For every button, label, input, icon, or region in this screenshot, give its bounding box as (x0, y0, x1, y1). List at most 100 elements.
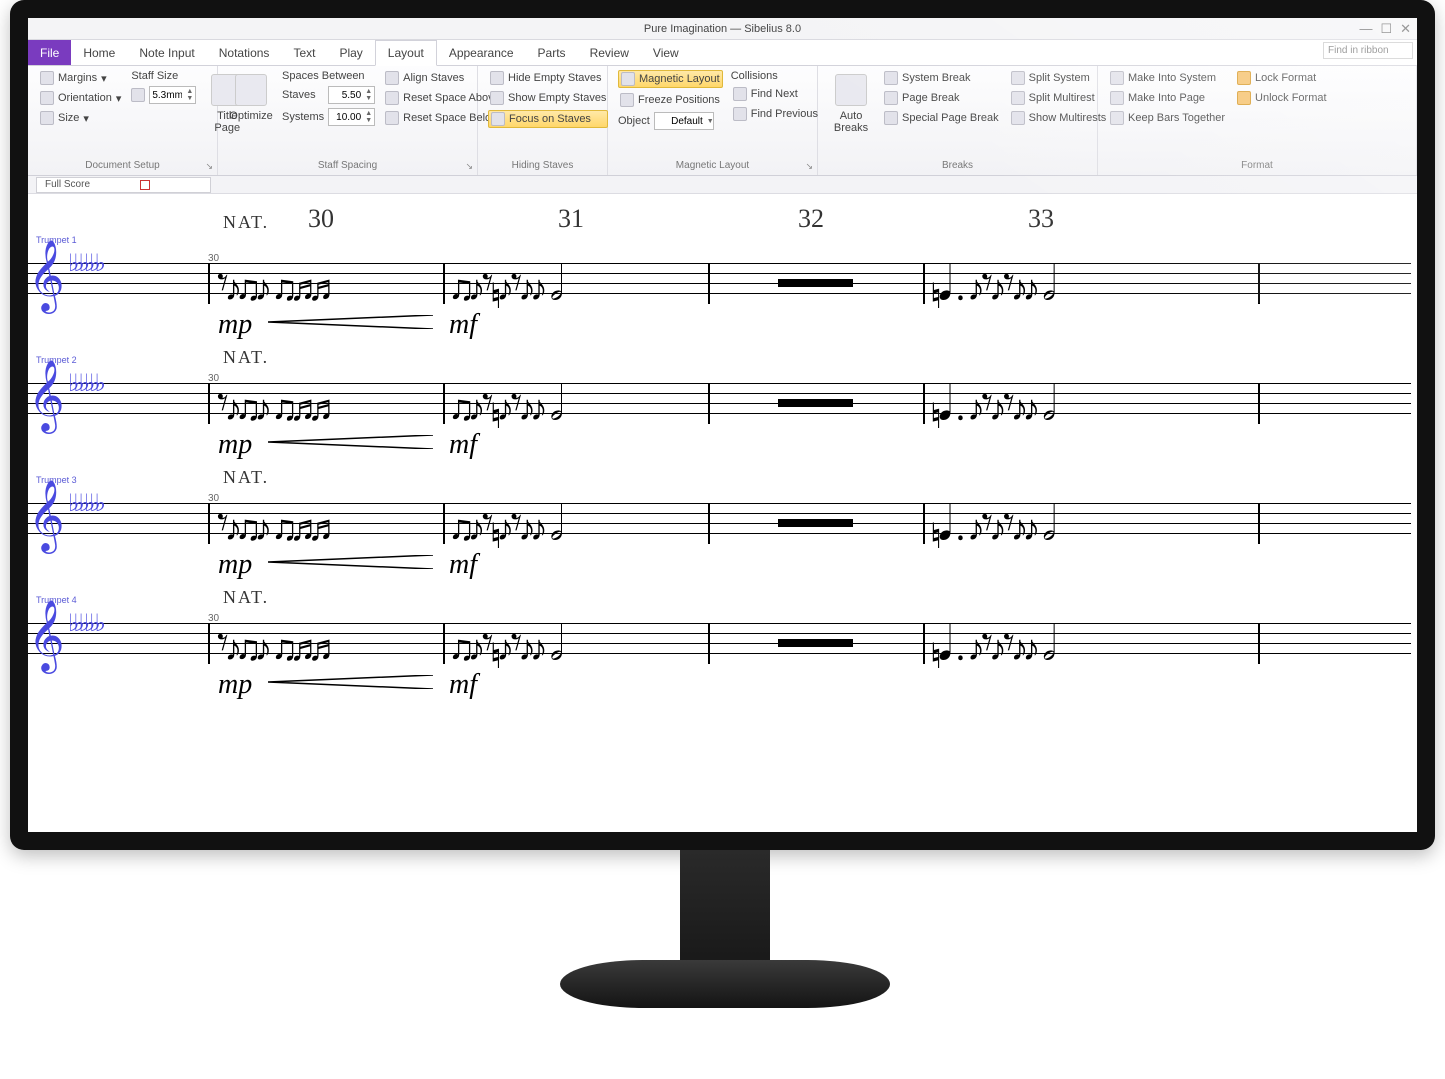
orientation-button[interactable]: Orientation ▾ (38, 90, 123, 106)
margins-button[interactable]: Margins ▾ (38, 70, 123, 86)
page-break-icon (884, 91, 898, 105)
group-label-breaks: Breaks (828, 157, 1087, 173)
document-setup-launcher[interactable]: ↘ (205, 161, 213, 172)
systems-spinner[interactable]: ▲▼ (328, 108, 375, 126)
document-tab-label: Full Score (45, 178, 90, 192)
window-minimize-button[interactable]: — (1359, 21, 1372, 36)
dynamic-mp: mp (218, 669, 252, 701)
ribbon-tab-strip: File Home Note Input Notations Text Play… (28, 40, 1417, 66)
find-in-ribbon-input[interactable] (1323, 42, 1413, 59)
score-canvas[interactable]: 30 31 32 33 NAT. Trumpet 1 𝄞 ♭♭♭♭♭♭ 30 𝄾… (28, 194, 1417, 850)
dynamic-mp: mp (218, 309, 252, 341)
window-title: Pure Imagination — Sibelius 8.0 (644, 23, 801, 35)
monitor-stand (560, 850, 890, 1020)
staff-3[interactable]: Trumpet 3 𝄞 ♭♭♭♭♭♭ 30 𝄾♪♫♪ ♫♬♬ ♫♪𝄾♮♪𝄾♪♪ … (28, 489, 1411, 557)
tab-text[interactable]: Text (281, 40, 327, 65)
group-breaks: Auto Breaks System Break Page Break Spec… (818, 66, 1098, 175)
reset-above-icon (385, 91, 399, 105)
staff-size-input[interactable] (150, 90, 184, 101)
staves-label: Staves (282, 89, 316, 101)
size-button[interactable]: Size ▾ (38, 110, 123, 126)
staves-spinner[interactable]: ▲▼ (328, 86, 375, 104)
size-icon (40, 111, 54, 125)
tab-note-input[interactable]: Note Input (127, 40, 206, 65)
document-tab-marker-icon (140, 180, 150, 190)
show-multirests-icon (1011, 111, 1025, 125)
group-label-format: Format (1108, 157, 1406, 173)
staff-size-icon (131, 88, 145, 102)
keep-bars-together-button[interactable]: Keep Bars Together (1108, 110, 1227, 126)
find-prev-collision-button[interactable]: Find Previous (731, 106, 820, 122)
tab-appearance[interactable]: Appearance (437, 40, 526, 65)
show-multirests-button[interactable]: Show Multirests (1009, 110, 1109, 126)
magnet-icon (621, 72, 635, 86)
dynamic-mf: mf (449, 669, 477, 701)
bar-number-33: 33 (1028, 204, 1054, 234)
freeze-icon (620, 93, 634, 107)
ribbon-body: Margins ▾ Orientation ▾ Size ▾ Staff Siz… (28, 66, 1417, 176)
group-label-staff-spacing: Staff Spacing (228, 157, 467, 173)
window-maximize-button[interactable]: ☐ (1380, 21, 1392, 37)
staff-2[interactable]: Trumpet 2 𝄞 ♭♭♭♭♭♭ 30 𝄾♪♫♪ ♫♬♬ ♫♪𝄾♮♪𝄾♪♪ … (28, 369, 1411, 437)
hide-empty-icon (490, 71, 504, 85)
systems-input[interactable] (329, 112, 363, 123)
optimize-button[interactable]: Optimize (228, 70, 274, 126)
dynamic-mf: mf (449, 309, 477, 341)
tab-view[interactable]: View (641, 40, 691, 65)
dynamic-mp: mp (218, 549, 252, 581)
tab-parts[interactable]: Parts (526, 40, 578, 65)
tab-notations[interactable]: Notations (207, 40, 282, 65)
monitor-bezel: Pure Imagination — Sibelius 8.0 — ☐ ✕ Fi… (10, 0, 1435, 850)
group-hiding-staves: Hide Empty Staves Show Empty Staves Focu… (478, 66, 608, 175)
staff-4[interactable]: Trumpet 4 𝄞 ♭♭♭♭♭♭ 30 𝄾♪♫♪ ♫♬♬ ♫♪𝄾♮♪𝄾♪♪ … (28, 609, 1411, 677)
object-value[interactable] (655, 116, 705, 127)
dynamic-mf: mf (449, 549, 477, 581)
group-label-magnetic-layout: Magnetic Layout (618, 157, 807, 173)
system-break-button[interactable]: System Break (882, 70, 1001, 86)
tab-review[interactable]: Review (578, 40, 641, 65)
auto-breaks-icon (835, 74, 867, 106)
crescendo-hairpin (268, 435, 433, 449)
object-dropdown[interactable]: ▼ (654, 112, 714, 130)
freeze-positions-button[interactable]: Freeze Positions (618, 92, 723, 108)
document-tab-full-score[interactable]: Full Score (36, 177, 211, 193)
unlock-icon (1237, 91, 1251, 105)
unlock-format-button[interactable]: Unlock Format (1235, 90, 1329, 106)
text-mark-nat-4: NAT. (223, 587, 269, 608)
make-into-page-button[interactable]: Make Into Page (1108, 90, 1227, 106)
staff-1[interactable]: Trumpet 1 𝄞 ♭♭♭♭♭♭ 30 𝄾♪♫♪ ♫♬♬ ♫♪𝄾♮♪𝄾♪♪ … (28, 249, 1411, 317)
file-tab[interactable]: File (28, 40, 71, 65)
lock-format-button[interactable]: Lock Format (1235, 70, 1329, 86)
bar-number-31: 31 (558, 204, 584, 234)
text-mark-nat-2: NAT. (223, 347, 269, 368)
tab-home[interactable]: Home (71, 40, 127, 65)
split-system-button[interactable]: Split System (1009, 70, 1109, 86)
special-page-break-button[interactable]: Special Page Break (882, 110, 1001, 126)
notes-bar-33: ♮𝅘𝅥 . ♪𝄾♪𝄾♪♪ 𝅗𝅥 (28, 495, 1411, 551)
find-in-ribbon[interactable] (1323, 42, 1413, 59)
group-format: Make Into System Make Into Page Keep Bar… (1098, 66, 1417, 175)
make-into-system-button[interactable]: Make Into System (1108, 70, 1227, 86)
group-label-hiding-staves: Hiding Staves (488, 157, 597, 173)
magnetic-layout-launcher[interactable]: ↘ (805, 161, 813, 172)
auto-breaks-button[interactable]: Auto Breaks (828, 70, 874, 138)
staff-spacing-launcher[interactable]: ↘ (465, 161, 473, 172)
text-mark-nat-1: NAT. (223, 212, 269, 233)
focus-on-staves-button[interactable]: Focus on Staves (488, 110, 608, 128)
tab-layout[interactable]: Layout (375, 40, 437, 66)
show-empty-staves-button[interactable]: Show Empty Staves (488, 90, 608, 106)
tab-play[interactable]: Play (327, 40, 374, 65)
split-multirest-icon (1011, 91, 1025, 105)
page-break-button[interactable]: Page Break (882, 90, 1001, 106)
staves-input[interactable] (329, 90, 363, 101)
staff-size-spinner[interactable]: ▲▼ (149, 86, 196, 104)
hide-empty-staves-button[interactable]: Hide Empty Staves (488, 70, 608, 86)
magnetic-layout-toggle[interactable]: Magnetic Layout (618, 70, 723, 88)
document-tab-bar: Full Score (28, 176, 1417, 194)
collisions-label: Collisions (731, 70, 820, 82)
window-close-button[interactable]: ✕ (1400, 21, 1411, 37)
find-next-collision-button[interactable]: Find Next (731, 86, 820, 102)
split-multirest-button[interactable]: Split Multirest (1009, 90, 1109, 106)
spaces-between-label: Spaces Between (282, 70, 375, 82)
align-staves-icon (385, 71, 399, 85)
